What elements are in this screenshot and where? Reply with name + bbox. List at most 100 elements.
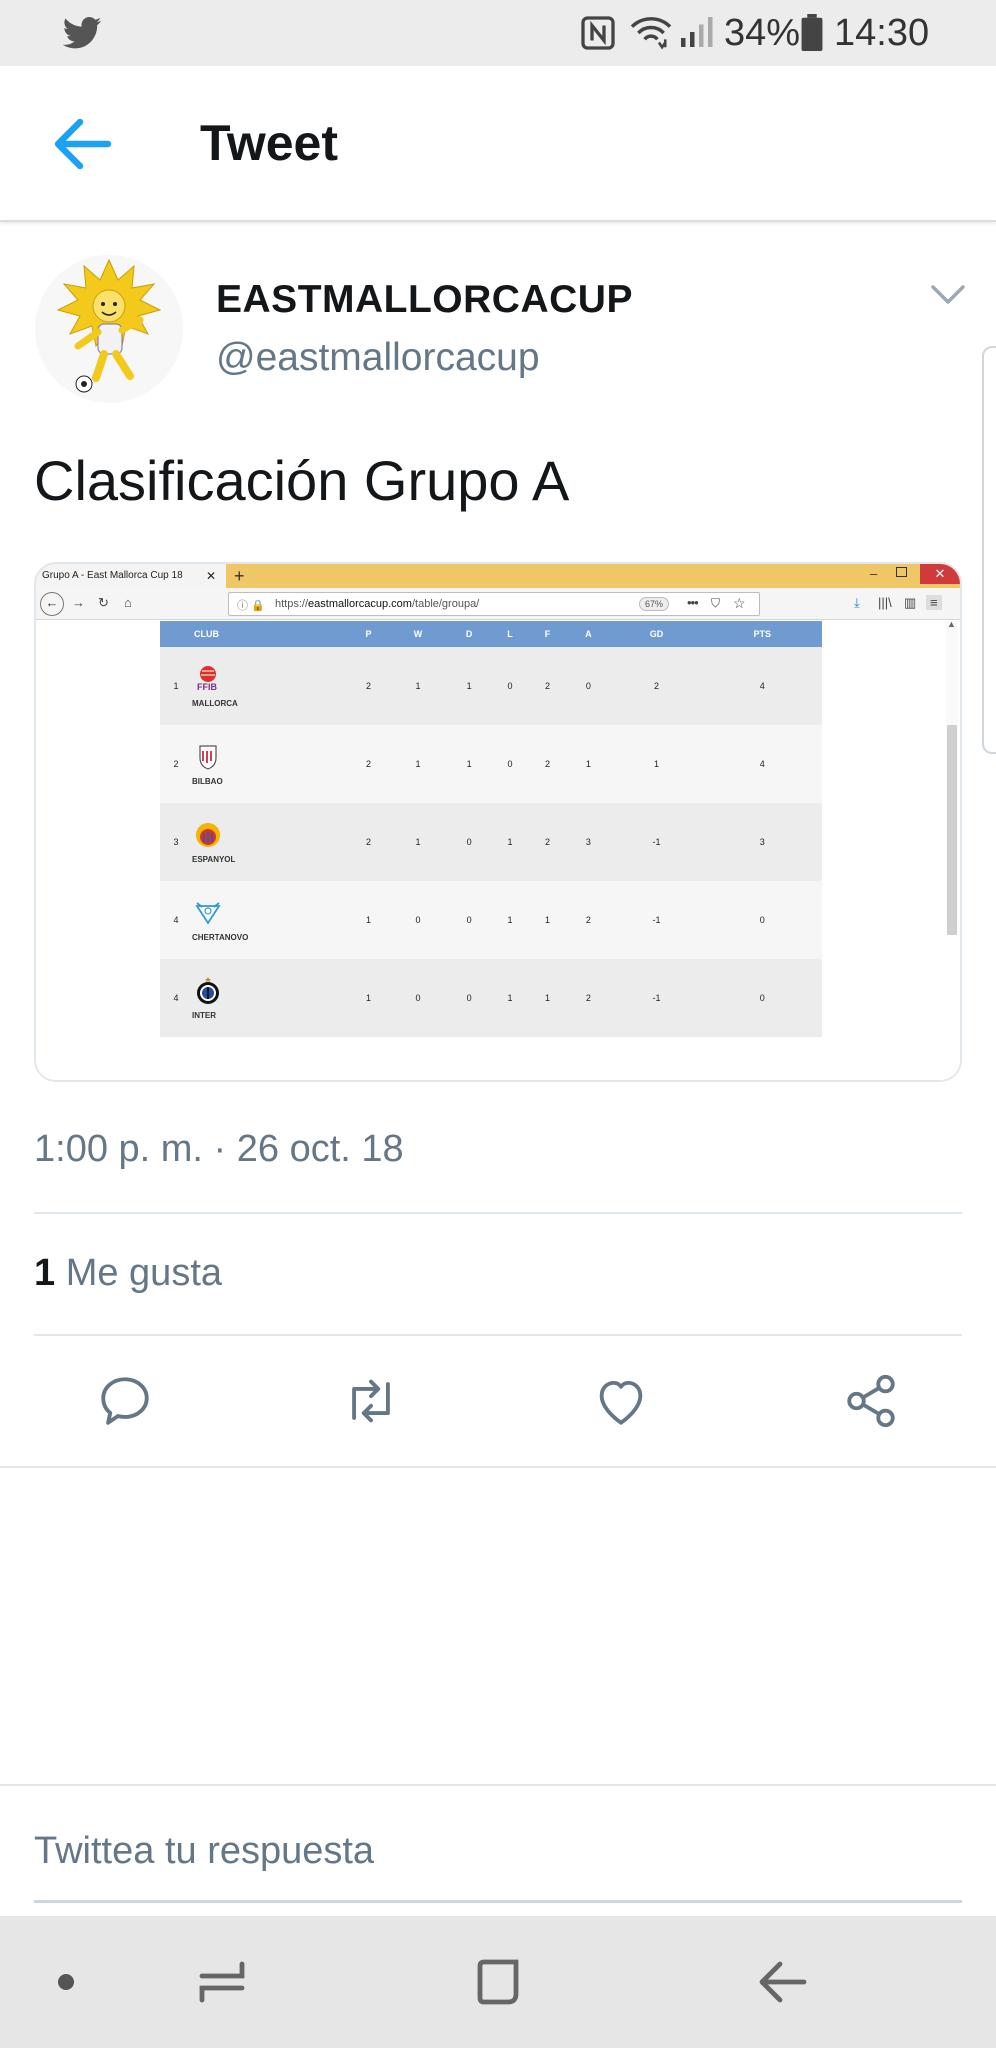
divider [34,1212,962,1214]
column-header: D [446,621,492,647]
nfc-icon [581,16,615,50]
stat-cell: 0 [389,959,447,1037]
stat-cell: 1 [491,803,529,881]
pocket-icon: ⛉ [711,596,721,610]
browser-tab-bar: Grupo A - East Mallorca Cup 18 ✕ + – ✕ [36,564,960,588]
stat-cell: 0 [446,959,492,1037]
browser-toolbar: ← → ↻ ⌂ ⓘ 🔒 https://eastmallorcacup.com/… [36,588,960,620]
crest-text: FFIB [197,682,217,692]
home-button-icon[interactable] [474,1956,526,2008]
table-row: 4 CHERTANOVO 1 0 0 1 1 2 -1 0 [160,881,822,959]
stat-cell: 0 [491,725,529,803]
page-title: Tweet [200,115,338,171]
stat-cell: -1 [610,803,703,881]
retweet-icon[interactable] [342,1372,400,1430]
stat-cell: 1 [348,881,389,959]
author-name[interactable]: EASTMALLORCACUP [216,278,633,322]
stat-cell: 1 [389,803,447,881]
scroll-up-icon: ▲ [947,619,956,629]
share-icon[interactable] [842,1372,900,1430]
column-header: F [528,621,567,647]
stat-cell: 2 [566,881,611,959]
column-header: P [348,621,389,647]
new-tab-icon: + [234,566,245,586]
club-cell: BILBAO [192,725,348,803]
browser-content: CLUB P W D L F A GD PTS 1 FFIB MALLORCA … [36,619,960,1080]
system-navigation-bar [0,1916,996,2048]
author-handle[interactable]: @eastmallorcacup [216,336,540,380]
stat-cell: 0 [702,881,822,959]
position-cell: 4 [160,959,192,1037]
mallorca-crest-icon: FFIB [197,665,217,692]
scrollbar-thumb [947,725,957,935]
stat-cell: 4 [702,725,822,803]
stat-cell: 2 [528,647,567,725]
browser-tab: Grupo A - East Mallorca Cup 18 ✕ [36,564,226,588]
stat-cell: 1 [566,725,611,803]
stat-cell: 2 [528,725,567,803]
stat-cell: 1 [610,725,703,803]
zoom-badge: 67% [639,597,670,611]
like-icon[interactable] [592,1372,650,1430]
stat-cell: 0 [446,881,492,959]
browser-forward-icon: → [72,595,85,610]
stat-cell: 1 [528,881,567,959]
browser-back-icon: ← [40,592,64,616]
table-row: 2 BILBAO 2 1 1 0 2 1 1 4 [160,725,822,803]
likes-number: 1 [34,1252,56,1294]
reply-bar: Twittea tu respuesta [0,1784,996,1916]
stat-cell: 1 [389,725,447,803]
stat-cell: 4 [702,647,822,725]
status-bar: 34% 14:30 [0,0,996,66]
chevron-down-icon[interactable] [930,282,966,308]
table-header-row: CLUB P W D L F A GD PTS [160,621,822,647]
star-icon: ☆ [733,595,746,611]
club-name: BILBAO [192,776,223,786]
stat-cell: 2 [348,725,389,803]
stat-cell: 1 [491,959,529,1037]
nav-dot-icon[interactable] [58,1974,74,1990]
stat-cell: -1 [610,881,703,959]
tweet-actions [0,1336,996,1468]
home-icon: ⌂ [124,595,132,610]
system-back-icon[interactable] [756,1958,808,2006]
tweet-timestamp: 1:00 p. m. · 26 oct. 18 [34,1128,404,1170]
wifi-icon [630,17,672,50]
avatar[interactable] [34,254,184,404]
likes-label: Me gusta [65,1252,223,1294]
table-row: 4 INTER 1 0 0 1 1 2 -1 0 [160,959,822,1037]
likes-count[interactable]: 1 Me gusta [34,1252,222,1295]
table-row: 1 FFIB MALLORCA 2 1 1 0 2 0 2 4 [160,647,822,725]
club-cell: ESPANYOL [192,803,348,881]
stat-cell: 3 [566,803,611,881]
url-prefix: https:// [275,598,309,610]
menu-icon: ≡ [926,595,942,610]
inter-crest-icon [197,976,219,1004]
tweet-media-image[interactable]: Grupo A - East Mallorca Cup 18 ✕ + – ✕ ←… [34,562,962,1082]
stat-cell: 2 [348,803,389,881]
download-icon: ⤓ [854,595,860,610]
stat-cell: 0 [491,647,529,725]
edge-panel-handle[interactable] [982,346,996,754]
stat-cell: 1 [446,647,492,725]
reply-input[interactable]: Twittea tu respuesta [34,1830,374,1873]
library-icon: |||\ [878,595,892,610]
browser-tab-title: Grupo A - East Mallorca Cup 18 [42,570,183,581]
battery-percentage: 34% [724,12,801,54]
minimize-icon: – [870,566,878,581]
column-header: W [389,621,447,647]
close-tab-icon: ✕ [205,569,216,583]
stat-cell: 1 [348,959,389,1037]
club-cell: CHERTANOVO [192,881,348,959]
stat-cell: 0 [702,959,822,1037]
app-header: Tweet [0,66,996,222]
bilbao-crest-icon [199,744,217,770]
reply-icon[interactable] [96,1372,154,1430]
recent-apps-icon[interactable] [196,1956,248,2008]
standings-table: CLUB P W D L F A GD PTS 1 FFIB MALLORCA … [160,621,822,1037]
column-header: GD [610,621,703,647]
url-path: /table/groupa/ [411,598,480,610]
browser-scrollbar: ▲ [946,619,958,935]
arrow-left-icon[interactable] [52,116,112,172]
window-controls: – ✕ [860,564,960,584]
